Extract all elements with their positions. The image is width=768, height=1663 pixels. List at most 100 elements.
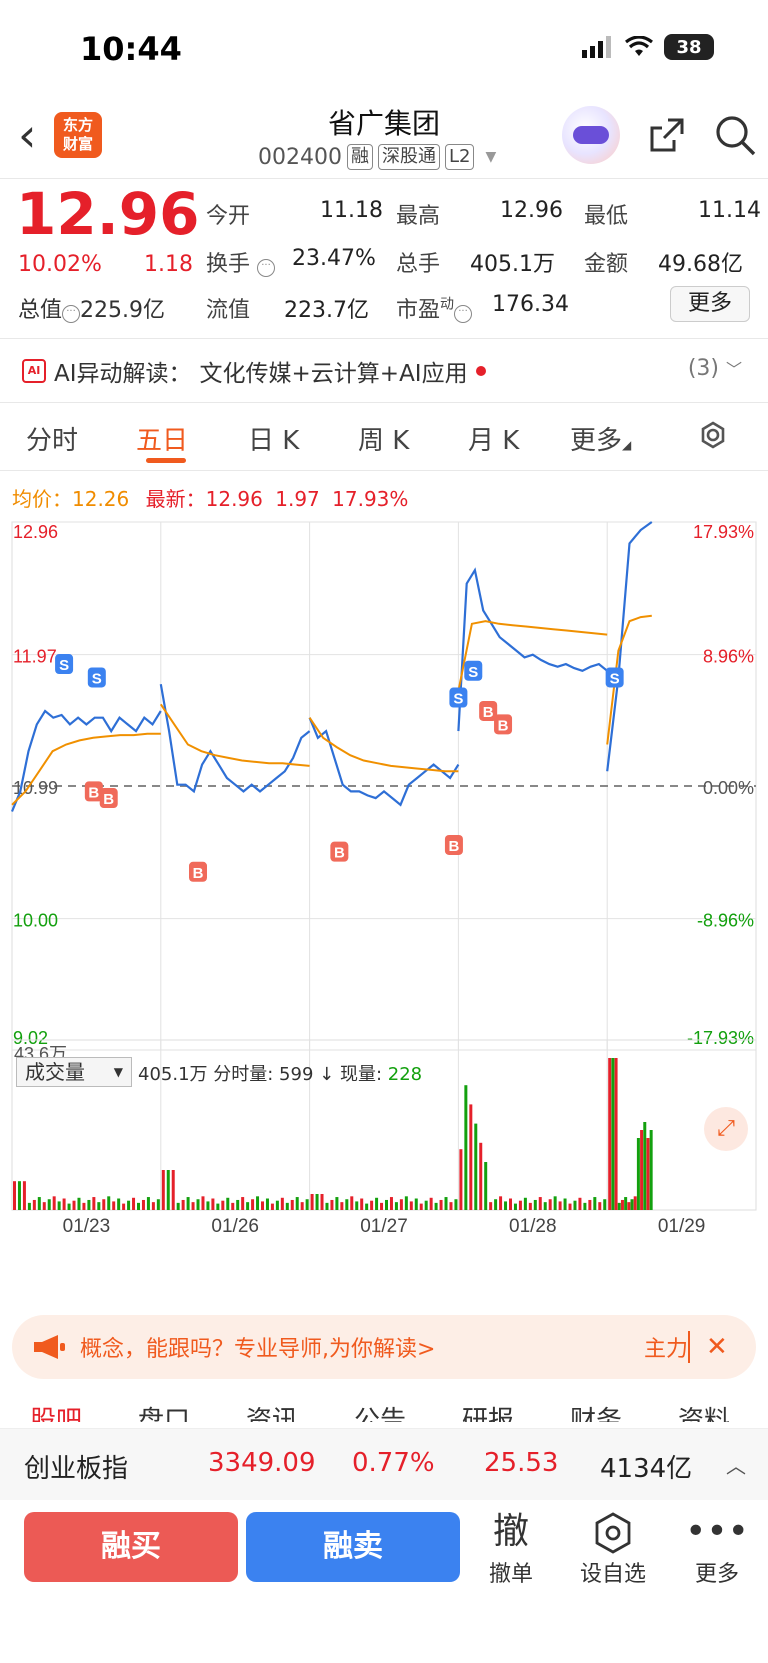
quote-divider <box>0 338 768 339</box>
settings-gear-icon[interactable] <box>696 418 730 452</box>
tab-weekly-k[interactable]: 周 K <box>358 420 409 457</box>
volume-bar <box>553 1196 557 1210</box>
volume-bar <box>137 1202 140 1210</box>
pe-value: 176.34 <box>492 292 569 317</box>
volume-bar <box>518 1200 522 1210</box>
y-pct-tick-label: -8.96% <box>697 911 754 931</box>
volume-bar <box>528 1202 532 1210</box>
volume-bar <box>479 1142 483 1210</box>
hexagon-icon <box>568 1508 658 1556</box>
volume-info: 405.1万 分时量: 599 ↓ 现量: 228 <box>138 1064 423 1085</box>
volume-bar <box>614 1058 618 1210</box>
trade-marker-label: B <box>498 717 509 734</box>
search-icon[interactable] <box>712 112 758 158</box>
close-icon[interactable]: ✕ <box>706 1332 728 1362</box>
share-icon[interactable] <box>644 112 690 158</box>
margin-sell-button[interactable]: 融卖 <box>246 1512 460 1582</box>
trade-marker-label: S <box>610 670 620 687</box>
tab-forum[interactable]: 股吧 <box>30 1400 138 1422</box>
pe-label: 市盈动 ··· <box>396 292 473 324</box>
margin-buy-button[interactable]: 融买 <box>24 1512 238 1582</box>
volume-bar <box>538 1197 542 1210</box>
volume-bar <box>270 1203 274 1210</box>
tag-level2: L2 <box>444 144 475 170</box>
tab-research[interactable]: 研报 <box>462 1400 570 1422</box>
info-dots-icon[interactable]: ··· <box>62 305 81 323</box>
volume-bar <box>265 1198 269 1210</box>
ai-label: AI异动解读： <box>54 361 192 387</box>
volume-bar <box>325 1202 329 1210</box>
chevron-up-icon[interactable]: ︿ <box>726 1450 746 1479</box>
volume-bar <box>320 1194 324 1210</box>
add-watchlist-button[interactable]: 设自选 <box>568 1508 658 1588</box>
volume-bar <box>399 1199 403 1210</box>
tab-daily-k[interactable]: 日 K <box>248 420 299 457</box>
ai-insight-row[interactable]: AI AI异动解读： 文化传媒+云计算+AI应用 <box>22 354 486 388</box>
cancel-order-button[interactable]: 撤撤单 <box>466 1508 556 1588</box>
index-pct: 0.77% <box>352 1448 435 1478</box>
amount-value: 49.68亿 <box>658 252 743 277</box>
tab-news[interactable]: 资讯 <box>246 1400 354 1422</box>
volume-bar <box>146 1197 150 1210</box>
stock-subtitle[interactable]: 002400 融 深股通 L2 ▼ <box>258 144 496 170</box>
mktcap-value: 225.9亿 <box>80 298 165 323</box>
tab-announcements[interactable]: 公告 <box>354 1400 462 1422</box>
turnover-value: 23.47% <box>292 246 376 271</box>
index-value: 3349.09 <box>208 1448 316 1478</box>
change-percent: 10.02% <box>18 252 102 277</box>
promo-banner[interactable]: 概念，能跟吗？专业导师,为你解读> 主力 ✕ <box>12 1315 756 1379</box>
tab-monthly-k[interactable]: 月 K <box>468 420 519 457</box>
volume-bar <box>246 1202 250 1210</box>
more-quote-button[interactable]: 更多 <box>670 286 750 322</box>
volume-bar <box>132 1197 136 1210</box>
info-dots-icon[interactable]: ··· <box>257 259 276 277</box>
volume-bar <box>191 1202 195 1210</box>
more-actions-button[interactable]: ••• 更多 <box>672 1508 762 1588</box>
tag-margin: 融 <box>346 144 373 170</box>
volume-bar <box>305 1199 309 1210</box>
info-dots-icon[interactable]: ··· <box>454 305 473 323</box>
ai-count[interactable]: (3) ﹀ <box>688 356 742 381</box>
indicator-select[interactable]: 成交量 ▼ <box>16 1057 132 1087</box>
volume-bar <box>404 1196 408 1210</box>
wifi-icon <box>625 36 653 56</box>
y-pct-tick-label: -17.93% <box>687 1028 754 1048</box>
index-amount: 4134亿 <box>600 1454 693 1484</box>
ai-assistant-avatar[interactable] <box>562 106 620 164</box>
x-axis-label: 01/26 <box>211 1216 259 1237</box>
volume-bar <box>285 1202 289 1210</box>
trade-marker-label: S <box>468 664 478 681</box>
tab-financials[interactable]: 财务 <box>570 1400 678 1422</box>
volume-bar <box>275 1200 279 1210</box>
volume-value: 405.1万 <box>470 252 555 277</box>
volume-bar <box>350 1196 354 1210</box>
tab-orderbook[interactable]: 盘口 <box>138 1400 246 1422</box>
volume-bar <box>643 1122 647 1210</box>
tab-profile[interactable]: 资料 <box>678 1400 768 1422</box>
x-axis-label: 01/23 <box>63 1216 111 1237</box>
volume-bar <box>22 1181 26 1210</box>
volume-bar <box>47 1199 51 1210</box>
tab-five-day[interactable]: 五日 <box>136 420 188 457</box>
info-tabs: 股吧 盘口 资讯 公告 研报 财务 资料 <box>30 1400 768 1422</box>
five-day-chart[interactable]: 12.96 17.93%11.97 8.96%10.99 0.00%10.00 -8.9… <box>0 510 768 1300</box>
volume-bar <box>290 1199 294 1210</box>
tab-more[interactable]: 更多◢ <box>570 420 631 457</box>
float-value: 223.7亿 <box>284 298 369 323</box>
volume-bar <box>611 1058 615 1210</box>
volume-bar <box>256 1196 260 1210</box>
expand-chart-icon[interactable]: ⤢ <box>704 1107 748 1151</box>
y-pct-tick-label: 0.00% <box>703 778 754 798</box>
volume-bar <box>385 1199 388 1210</box>
volume-bar <box>67 1203 71 1210</box>
volume-bar <box>389 1197 393 1210</box>
trade-marker-label: B <box>334 845 345 862</box>
volume-bar <box>62 1198 66 1210</box>
y-pct-tick-label: 8.96% <box>703 647 754 667</box>
cancel-order-icon: 撤 <box>492 1511 529 1552</box>
volume-bar <box>32 1199 36 1210</box>
trade-marker-label: B <box>88 784 99 801</box>
volume-bar <box>186 1197 190 1210</box>
volume-bar <box>543 1202 547 1210</box>
tab-intraday[interactable]: 分时 <box>26 420 78 457</box>
